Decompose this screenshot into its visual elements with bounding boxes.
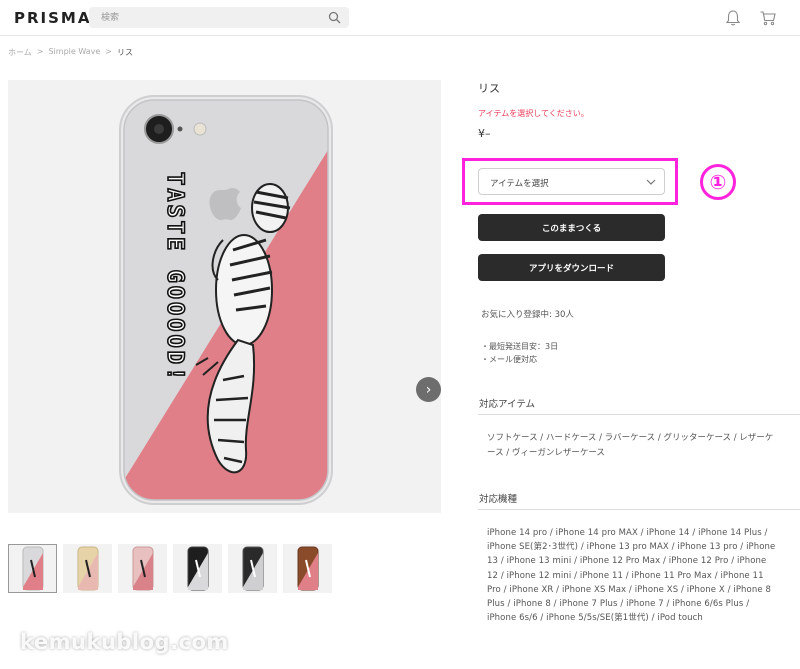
thumbnail-gold[interactable] xyxy=(63,544,112,593)
download-app-button[interactable]: アプリをダウンロード xyxy=(478,254,665,281)
divider xyxy=(478,414,800,415)
thumbnail-brown[interactable] xyxy=(283,544,332,593)
item-select-label: アイテムを選択 xyxy=(490,179,549,189)
price: ¥– xyxy=(478,127,491,140)
watermark: kemukublog.com xyxy=(20,630,229,654)
product-title: リス xyxy=(478,82,500,95)
compatible-items-title: 対応アイテム xyxy=(479,399,536,410)
breadcrumb-current: リス xyxy=(117,48,133,57)
search-bar[interactable] xyxy=(89,7,349,28)
product-image: TASTE GOOOOD! › xyxy=(8,80,441,513)
case-text: TASTE GOOOOD! xyxy=(162,172,187,383)
shipping-estimate: ・最短発送目安：3日 xyxy=(481,342,559,351)
header: PRISMA xyxy=(0,0,800,36)
breadcrumb-category[interactable]: Simple Wave xyxy=(48,47,100,58)
next-image-button[interactable]: › xyxy=(416,377,441,402)
thumbnail-black[interactable] xyxy=(173,544,222,593)
compatible-models-list: iPhone 14 pro / iPhone 14 pro MAX / iPho… xyxy=(487,528,776,624)
item-select-dropdown[interactable]: アイテムを選択 xyxy=(478,168,665,195)
search-input[interactable] xyxy=(89,7,319,28)
phone-case-illustration: TASTE GOOOOD! xyxy=(119,95,333,505)
bell-icon[interactable] xyxy=(724,9,742,27)
thumbnail-strip xyxy=(8,544,332,593)
divider xyxy=(478,509,800,510)
compatible-models-title: 対応機種 xyxy=(479,494,518,505)
search-icon[interactable] xyxy=(328,11,341,24)
breadcrumb-separator: > xyxy=(105,47,112,56)
select-warning: アイテムを選択してください。 xyxy=(478,109,589,118)
compatible-items-list: ソフトケース / ハードケース / ラバーケース / グリッターケース / レザ… xyxy=(487,433,774,458)
thumbnail-clear-pink[interactable] xyxy=(8,544,57,593)
make-as-is-button[interactable]: このままつくる xyxy=(478,214,665,241)
mail-delivery: ・メール便対応 xyxy=(481,355,537,364)
logo[interactable]: PRISMA xyxy=(14,9,91,27)
breadcrumb: ホーム > Simple Wave > リス xyxy=(8,47,133,58)
thumbnail-rose[interactable] xyxy=(118,544,167,593)
breadcrumb-separator: > xyxy=(36,47,44,56)
breadcrumb-home[interactable]: ホーム xyxy=(8,47,32,58)
cart-icon[interactable] xyxy=(759,9,777,27)
thumbnail-black-2[interactable] xyxy=(228,544,277,593)
annotation-step-marker: ① xyxy=(700,164,736,200)
chevron-down-icon xyxy=(646,179,656,185)
shipping-info: ・最短発送目安：3日 ・メール便対応 xyxy=(481,340,558,366)
favorites-count: お気に入り登録中: 30人 xyxy=(481,310,574,320)
